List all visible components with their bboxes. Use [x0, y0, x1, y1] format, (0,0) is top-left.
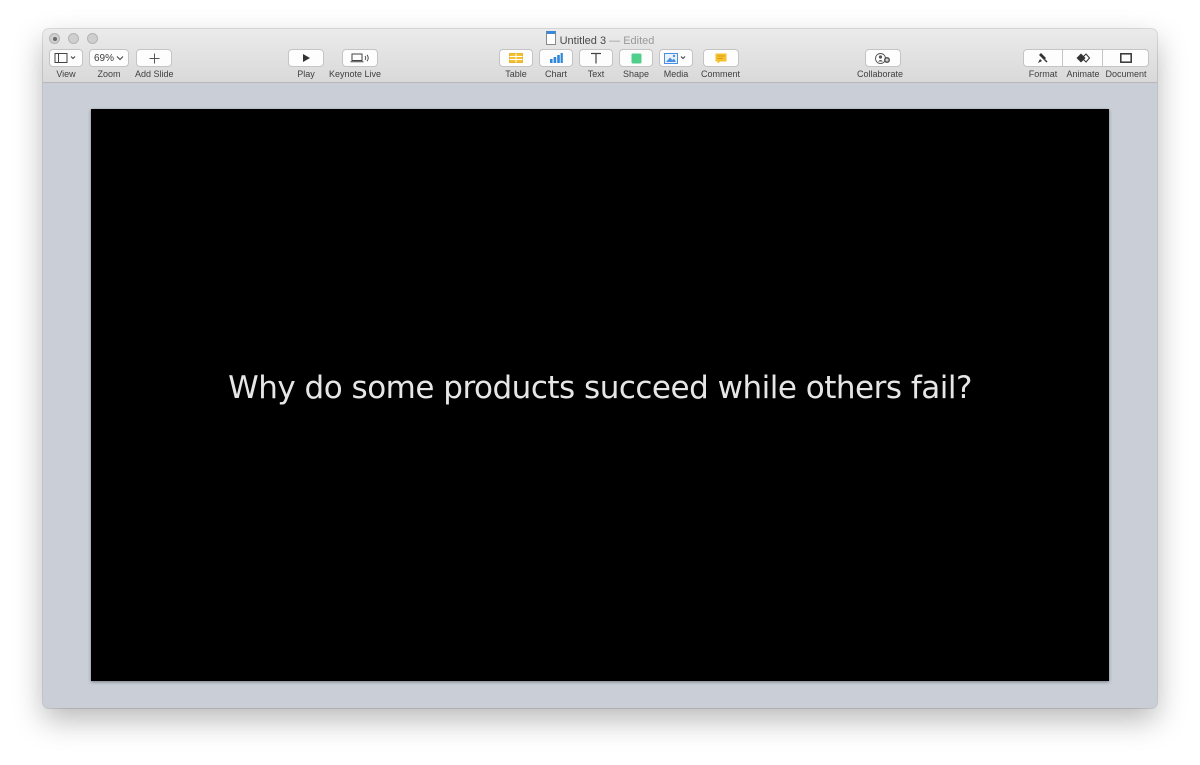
shape-button[interactable]: [619, 49, 653, 67]
sidebar-icon: [54, 53, 76, 63]
chart-button[interactable]: [539, 49, 573, 67]
collaborate-label: Collaborate: [857, 69, 904, 79]
view-button[interactable]: [49, 49, 83, 67]
animate-label: Animate: [1066, 69, 1100, 79]
plus-icon: [149, 53, 160, 63]
toolbar-chart[interactable]: Chart: [539, 49, 573, 80]
zoom-select[interactable]: 69%: [89, 49, 129, 67]
zoom-label: Zoom: [97, 69, 121, 79]
document-title: Untitled 3: [559, 35, 607, 47]
window-title: Untitled 3 — Edited: [43, 31, 1157, 48]
toolbar-add-slide[interactable]: Add Slide: [135, 49, 174, 80]
slide-canvas[interactable]: Why do some products succeed while other…: [43, 83, 1157, 708]
keynote-live-button[interactable]: [341, 49, 378, 67]
toolbar-play[interactable]: Play: [288, 49, 324, 80]
play-button[interactable]: [288, 49, 324, 67]
collaborate-icon: [875, 52, 891, 64]
table-button[interactable]: [499, 49, 533, 67]
toolbar-keynote-live[interactable]: Keynote Live: [329, 49, 381, 80]
comment-label: Comment: [701, 69, 741, 79]
slide-title-text[interactable]: Why do some products succeed while other…: [228, 370, 972, 406]
toolbar-document[interactable]: Document: [1103, 49, 1149, 80]
zoom-value: 69%: [93, 52, 114, 64]
format-button[interactable]: [1023, 49, 1063, 67]
text-label: Text: [587, 69, 605, 79]
paintbrush-icon: [1038, 53, 1048, 63]
view-label: View: [56, 69, 76, 79]
toolbar-media[interactable]: Media: [659, 49, 693, 80]
toolbar-table[interactable]: Table: [499, 49, 533, 80]
toolbar-shape[interactable]: Shape: [619, 49, 653, 80]
keynote-live-icon: [350, 53, 369, 63]
media-label: Media: [663, 69, 689, 79]
add-slide-label: Add Slide: [135, 69, 174, 79]
play-icon: [303, 54, 310, 62]
chart-label: Chart: [544, 69, 567, 79]
document-icon: [1119, 53, 1132, 63]
comment-button[interactable]: [702, 49, 739, 67]
chart-icon: [550, 53, 563, 63]
document-label: Document: [1105, 69, 1147, 79]
media-button[interactable]: [659, 49, 693, 67]
collaborate-button[interactable]: [865, 49, 902, 67]
comment-icon: [715, 53, 726, 63]
slide[interactable]: Why do some products succeed while other…: [91, 109, 1109, 681]
shape-icon: [631, 53, 641, 63]
animate-icon: [1076, 53, 1090, 63]
titlebar: Untitled 3 — Edited View 69% Zoom Add Sl…: [43, 29, 1157, 83]
toolbar-format[interactable]: Format: [1023, 49, 1063, 80]
toolbar-zoom[interactable]: 69% Zoom: [89, 49, 129, 80]
format-label: Format: [1028, 69, 1058, 79]
toolbar-collaborate[interactable]: Collaborate: [857, 49, 903, 80]
toolbar-text[interactable]: Text: [579, 49, 613, 80]
animate-button[interactable]: [1063, 49, 1103, 67]
edited-status: — Edited: [609, 35, 655, 47]
document-button[interactable]: [1103, 49, 1149, 67]
keynote-live-label: Keynote Live: [329, 69, 382, 79]
text-button[interactable]: [579, 49, 613, 67]
shape-label: Shape: [622, 69, 650, 79]
toolbar-comment[interactable]: Comment: [701, 49, 740, 80]
toolbar-animate[interactable]: Animate: [1063, 49, 1103, 80]
keynote-document-icon: [545, 31, 556, 45]
chevron-down-icon: [116, 56, 124, 61]
play-label: Play: [297, 69, 315, 79]
text-icon: [591, 52, 601, 64]
table-label: Table: [505, 69, 527, 79]
toolbar-view[interactable]: View: [49, 49, 83, 80]
add-slide-button[interactable]: [136, 49, 173, 67]
media-icon: [664, 52, 686, 64]
keynote-window: Untitled 3 — Edited View 69% Zoom Add Sl…: [43, 29, 1157, 708]
table-icon: [509, 53, 523, 63]
